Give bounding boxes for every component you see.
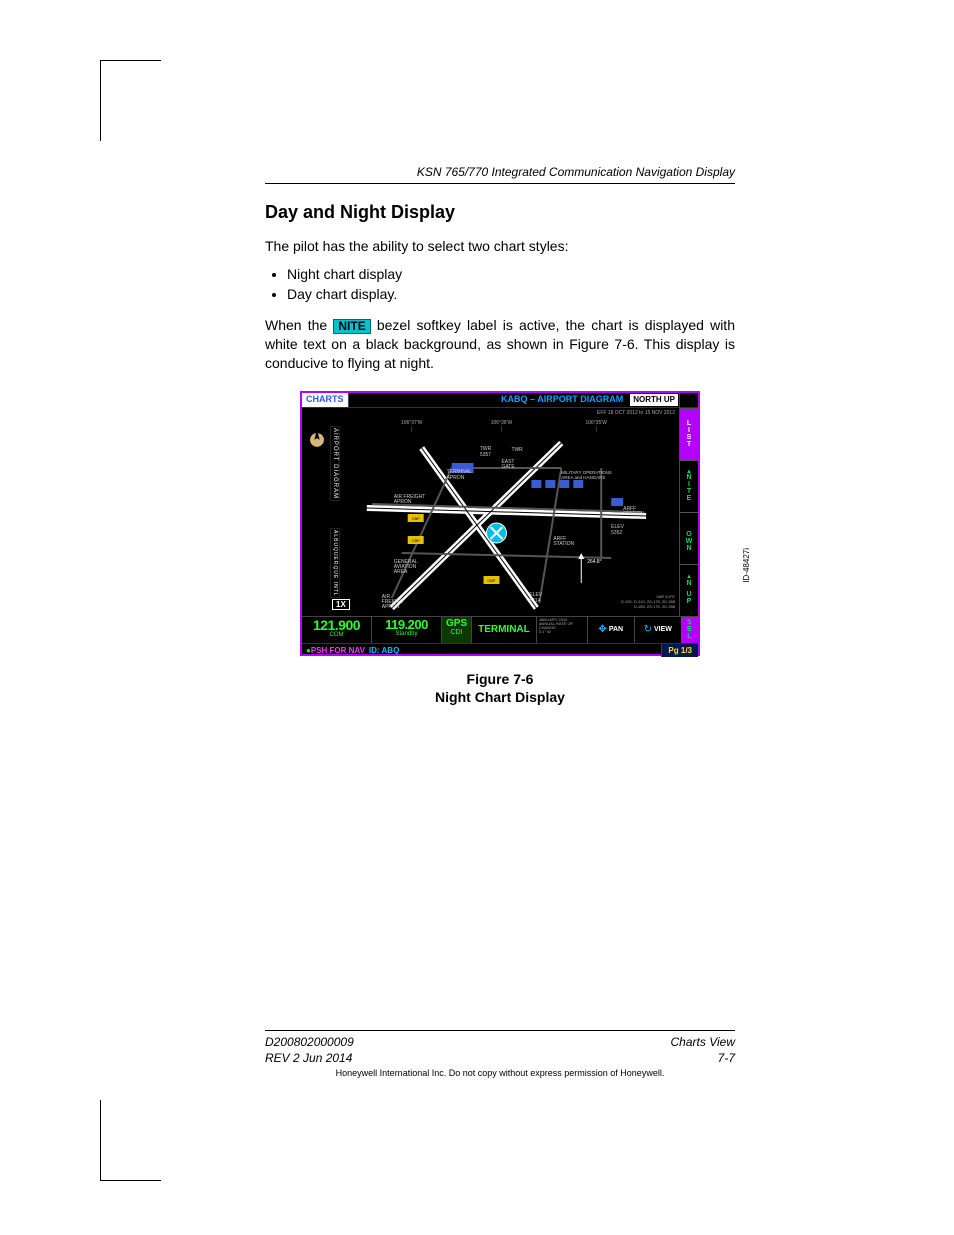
svg-text:AREA and HANGARS: AREA and HANGARS [561, 475, 605, 480]
softkey-nite[interactable]: ▲NITE [680, 460, 698, 512]
content-column: KSN 765/770 Integrated Communication Nav… [265, 165, 735, 706]
doc-number: D200802000009 [265, 1035, 354, 1051]
figure-id-tag: ID-48427i [743, 548, 752, 583]
svg-text:5314: 5314 [529, 598, 540, 604]
page: KSN 765/770 Integrated Communication Nav… [0, 0, 954, 1235]
svg-text:TWR: TWR [511, 447, 523, 453]
running-header: KSN 765/770 Integrated Communication Nav… [265, 165, 735, 184]
com-active-frequency[interactable]: 121.900 COM [302, 617, 372, 643]
svg-text:5352: 5352 [611, 530, 622, 536]
terminal-button[interactable]: TERMINAL [472, 617, 537, 643]
description-paragraph: When the NITE bezel softkey label is act… [265, 316, 735, 373]
display-footer: 121.900 COM 119.200 Standby GPS CDI TERM… [302, 616, 698, 657]
svg-text:GATE: GATE [501, 464, 515, 470]
navigation-display-screen: CHARTS KABQ – AIRPORT DIAGRAM NORTH UP E… [300, 391, 700, 656]
figure: CHARTS KABQ – AIRPORT DIAGRAM NORTH UP E… [265, 391, 735, 706]
crop-mark-bottom-left [100, 1100, 161, 1181]
pan-icon: ✥ [598, 624, 606, 635]
nite-softkey-label: NITE [333, 319, 370, 334]
page-footer: D200802000009 Charts View REV 2 Jun 2014… [265, 1030, 735, 1078]
softkey-sel[interactable]: SEL [681, 617, 698, 643]
lon-label: 106°35'W [585, 420, 607, 426]
page-indicator: Pg 1/3 [661, 644, 698, 657]
display-body: EFF 18 OCT 2012 to 15 NOV 2012 N AIRPORT… [302, 408, 698, 616]
pan-button[interactable]: ✥ PAN [588, 617, 635, 643]
page-number: 7-7 [718, 1051, 735, 1067]
svg-text:5357: 5357 [480, 452, 491, 458]
north-up-badge: NORTH UP [629, 393, 679, 407]
svg-text:CBP: CBP [412, 516, 421, 521]
intro-paragraph: The pilot has the ability to select two … [265, 237, 735, 256]
annual-variation-note: JANUARY 2010ANNUAL RATE OF CHANGE0.1° W [537, 617, 588, 643]
bullet-list: Night chart display Day chart display. [265, 266, 735, 302]
airport-diagram: 106°37'W 106°36'W 106°35'W [302, 408, 679, 616]
text-run: When the [265, 317, 333, 333]
softkey-nup[interactable]: ▲NUP [680, 564, 698, 616]
svg-text:APRON: APRON [382, 604, 400, 610]
bullet-item: Night chart display [287, 266, 735, 282]
ident-readout: ID: ABQ [365, 646, 399, 655]
push-for-nav-annunciator: ●PSH FOR NAV [302, 646, 365, 655]
svg-text:APRON: APRON [394, 499, 412, 505]
softkey-list[interactable]: LIST [680, 408, 698, 460]
svg-text:STATION: STATION [553, 541, 574, 547]
bullet-item: Day chart display. [287, 286, 735, 302]
svg-text:CBP: CBP [412, 538, 421, 543]
chart-area[interactable]: EFF 18 OCT 2012 to 15 NOV 2012 N AIRPORT… [302, 408, 679, 616]
com-standby-frequency[interactable]: 119.200 Standby [372, 617, 442, 643]
crop-mark-top-left [100, 60, 161, 141]
lon-label: 106°36'W [491, 420, 513, 426]
svg-text:AREA: AREA [394, 569, 408, 575]
chart-title: KABQ – AIRPORT DIAGRAM [497, 393, 627, 407]
lon-label: 106°37'W [401, 420, 423, 426]
svg-text:264.8°: 264.8° [587, 559, 601, 565]
svg-text:CBP: CBP [487, 578, 496, 583]
svg-text:D-185, 2S-175, 2D-358: D-185, 2S-175, 2D-358 [634, 604, 676, 609]
side-softkeys: LIST ▲NITE .OWN ▲NUP [679, 408, 698, 616]
softkey-own[interactable]: .OWN [680, 512, 698, 564]
view-button[interactable]: ↻ VIEW [635, 617, 681, 643]
revision-date: REV 2 Jun 2014 [265, 1051, 352, 1067]
section-title: Day and Night Display [265, 202, 735, 223]
display-header: CHARTS KABQ – AIRPORT DIAGRAM NORTH UP [302, 393, 698, 408]
copyright-notice: Honeywell International Inc. Do not copy… [265, 1068, 735, 1078]
figure-caption: Figure 7-6 Night Chart Display [265, 670, 735, 706]
rotate-icon: ↻ [644, 624, 652, 635]
svg-text:STATION: STATION [623, 511, 644, 517]
charts-mode-label: CHARTS [302, 393, 349, 407]
section-name: Charts View [671, 1035, 735, 1051]
svg-text:APRON: APRON [447, 475, 465, 481]
gps-cdi-button[interactable]: GPS CDI [442, 617, 472, 643]
